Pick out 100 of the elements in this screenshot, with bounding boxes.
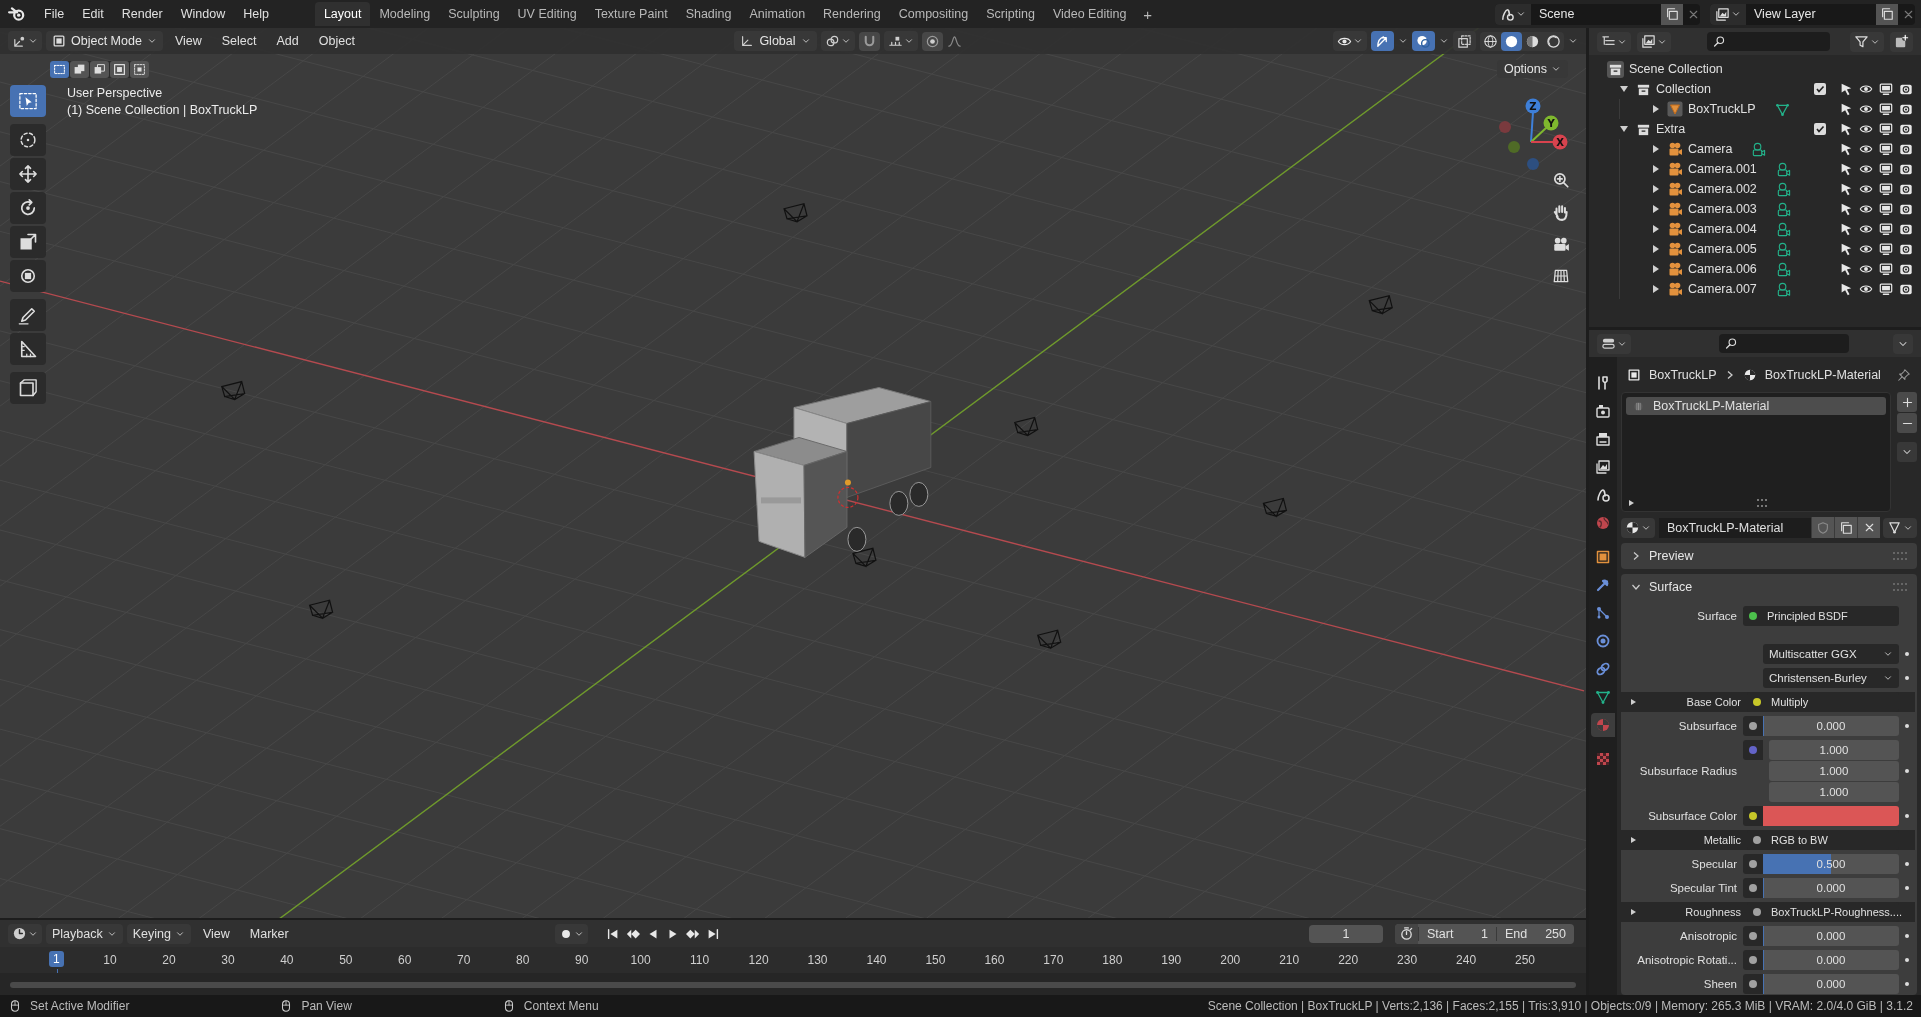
workspace-tab[interactable]: UV Editing [508, 2, 586, 26]
outliner-item[interactable]: Camera.003 [1688, 202, 1757, 216]
playhead[interactable]: 1 [49, 951, 64, 967]
menu-item[interactable]: Add [268, 31, 307, 51]
breadcrumb-item: BoxTruckLP-Material [1764, 368, 1881, 382]
status-hint: Set Active Modifier [30, 999, 130, 1013]
workspace-tab[interactable]: Texture Paint [585, 2, 677, 26]
property-label: Subsurface Color [1648, 810, 1737, 822]
property-label: Specular [1691, 858, 1737, 870]
workspace-tab[interactable]: Modeling [370, 2, 440, 26]
number-field[interactable]: 0.000 [1763, 974, 1899, 994]
outliner-item[interactable]: Camera.006 [1688, 262, 1757, 276]
property-label: Specular Tint [1669, 882, 1737, 894]
material-slot[interactable]: BoxTruckLP-Material [1626, 397, 1886, 415]
breadcrumb-item: BoxTruckLP [1649, 368, 1717, 382]
linked-node-field[interactable]: Principled BSDF [1763, 606, 1899, 626]
number-field[interactable]: 1.000 [1769, 761, 1899, 781]
outliner-item[interactable]: Camera.002 [1688, 182, 1757, 196]
number-field[interactable]: 0.000 [1763, 878, 1899, 898]
add-workspace-button[interactable]: + [1135, 3, 1161, 25]
menu-item[interactable]: View [194, 923, 238, 944]
frame-number: 130 [807, 953, 828, 967]
property-label: Base Color [1686, 696, 1741, 708]
frame-number: 30 [221, 953, 235, 967]
outliner-item[interactable]: Camera.007 [1688, 282, 1757, 296]
menu-item[interactable]: Window [172, 4, 234, 24]
property-label: Subsurface Radius [1639, 765, 1737, 777]
menu-item[interactable]: View [166, 31, 210, 51]
start-frame-field[interactable]: Start 1 [1418, 926, 1496, 941]
outliner-item[interactable]: Extra [1656, 122, 1686, 136]
menu-item[interactable]: Select [213, 31, 265, 51]
dropdown[interactable]: Multiscatter GGX [1763, 644, 1899, 664]
frame-number: 70 [457, 953, 471, 967]
outliner-item[interactable]: Camera [1688, 142, 1733, 156]
outliner-item[interactable]: Scene Collection [1629, 62, 1723, 76]
outliner-item[interactable]: Collection [1656, 82, 1711, 96]
frame-number: 120 [748, 953, 769, 967]
number-field[interactable]: 1.000 [1769, 740, 1899, 760]
frame-number: 220 [1338, 953, 1359, 967]
menu-item[interactable]: Edit [74, 4, 112, 24]
menu-item[interactable]: Marker [241, 923, 297, 944]
dropdown[interactable]: Christensen-Burley [1763, 668, 1899, 688]
number-field[interactable]: 0.000 [1763, 926, 1899, 946]
navigation-gizmo[interactable]: Z Y X [1494, 92, 1574, 182]
workspace-tab[interactable]: Rendering [814, 2, 890, 26]
end-frame-field[interactable]: End 250 [1496, 926, 1574, 941]
frame-number: 170 [1043, 953, 1064, 967]
menu-item[interactable]: Playback [46, 923, 123, 944]
menu-item[interactable]: Object [310, 31, 363, 51]
axis-handle[interactable]: Z [1525, 98, 1541, 143]
options-dropdown[interactable]: Options [1496, 60, 1568, 78]
panel-header[interactable]: Preview [1621, 543, 1917, 569]
frame-number: 80 [516, 953, 530, 967]
viewport-info-text: (1) Scene Collection | BoxTruckLP [67, 103, 258, 117]
view-layer-selector[interactable]: View Layer [1710, 3, 1915, 25]
workspace-tab[interactable]: Sculpting [439, 2, 509, 26]
menu-item[interactable]: Keying [126, 923, 191, 944]
frame-number: 20 [162, 953, 176, 967]
frame-number: 10 [103, 953, 117, 967]
property-label: Anisotropic [1680, 930, 1737, 942]
status-hint: Pan View [301, 999, 352, 1013]
scene-selector[interactable]: Scene [1495, 3, 1700, 25]
frame-number: 180 [1102, 953, 1123, 967]
status-stats: Scene Collection | BoxTruckLP | Verts:2,136 | Faces:2,155 | Tris:3,910 | Objects:0/9 | Memory: 265.3 MiB | VRAM: 2.0/4.0 GiB | 3.1.2 [1207, 999, 1913, 1013]
number-field[interactable]: 0.000 [1763, 950, 1899, 970]
menu-item[interactable]: Render [113, 4, 171, 24]
workspace-tab[interactable]: Video Editing [1043, 2, 1136, 26]
property-label: Anisotropic Rotati... [1637, 954, 1737, 966]
frame-number: 210 [1279, 953, 1300, 967]
outliner-item[interactable]: Camera.001 [1688, 162, 1757, 176]
current-frame-field[interactable]: 1 [1309, 924, 1383, 943]
workspace-tab[interactable]: Compositing [889, 2, 978, 26]
outliner-item[interactable]: Camera.005 [1688, 242, 1757, 256]
frame-number: 190 [1161, 953, 1182, 967]
workspace-tab[interactable]: Shading [676, 2, 741, 26]
outliner-item[interactable]: Camera.004 [1688, 222, 1757, 236]
workspace-tab[interactable]: Scripting [977, 2, 1044, 26]
number-field[interactable]: 1.000 [1769, 782, 1899, 802]
frame-number: 140 [866, 953, 887, 967]
workspace-tab[interactable]: Layout [314, 2, 371, 26]
material-name-field[interactable]: BoxTruckLP-Material [1659, 517, 1811, 538]
panel-header[interactable]: Surface [1621, 574, 1917, 600]
property-label: Metallic [1703, 834, 1741, 846]
axis-handle[interactable]: X [1530, 134, 1568, 150]
orientation-dropdown[interactable]: Global [734, 31, 817, 51]
mode-dropdown[interactable]: Object Mode [46, 31, 163, 51]
frame-number: 150 [925, 953, 946, 967]
frame-number: 100 [630, 953, 651, 967]
number-field[interactable]: 0.000 [1763, 716, 1899, 736]
property-label: Surface [1697, 610, 1737, 622]
workspace-tab[interactable]: Animation [740, 2, 815, 26]
menu-item[interactable]: File [36, 4, 73, 24]
outliner-item[interactable]: BoxTruckLP [1688, 102, 1756, 116]
frame-number: 200 [1220, 953, 1241, 967]
menu-item[interactable]: Help [235, 4, 277, 24]
frame-number: 110 [690, 953, 710, 967]
frame-number: 240 [1456, 953, 1477, 967]
frame-number: 230 [1397, 953, 1418, 967]
frame-number: 250 [1515, 953, 1536, 967]
number-field[interactable]: 0.500 [1763, 854, 1899, 874]
